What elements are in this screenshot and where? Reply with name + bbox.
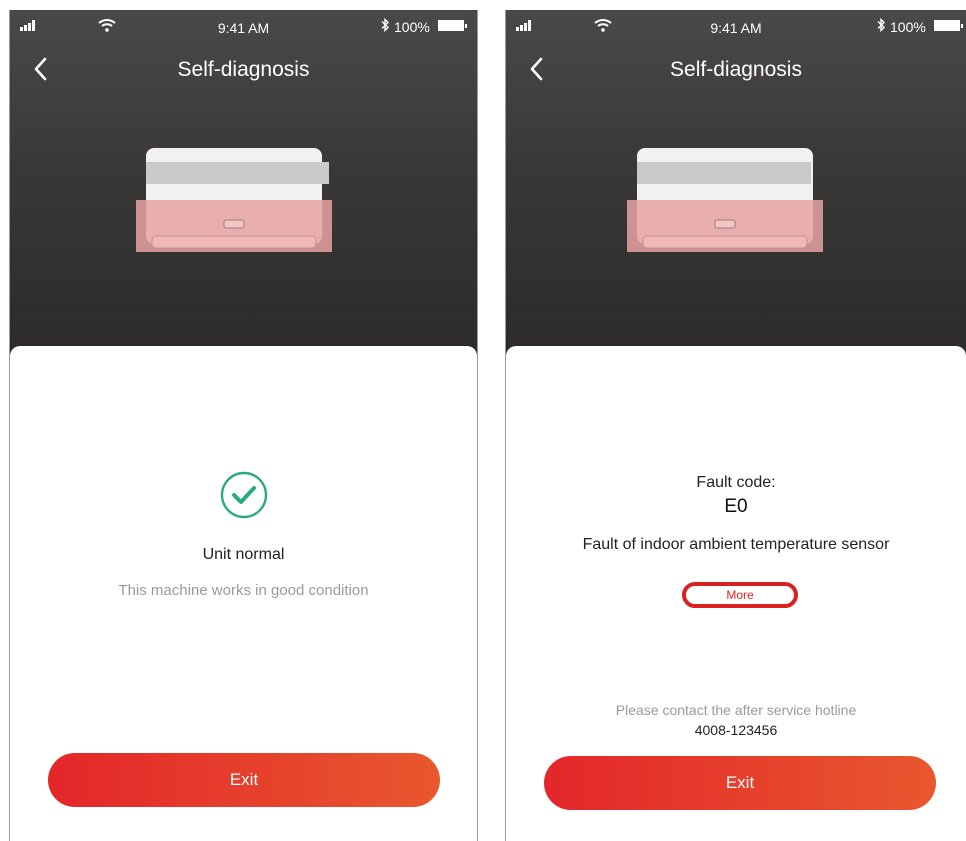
battery-percentage: 100%: [890, 19, 926, 35]
page-title: Self-diagnosis: [670, 58, 802, 81]
bluetooth-icon: [877, 18, 885, 32]
hero-background: 9:41 AM 100% Self-diagnosis: [506, 10, 966, 366]
air-conditioner-illustration: [627, 148, 823, 252]
battery-icon: [934, 20, 963, 31]
hotline-label: Please contact the after service hotline: [615, 702, 857, 718]
fault-card: Fault code: E0 Fault of indoor ambient t…: [506, 346, 966, 841]
result-card: Unit normal This machine works in good c…: [10, 346, 477, 841]
hotline-number[interactable]: 4008-123456: [506, 722, 966, 738]
phone-screen-normal: 9:41 AM 100% Self-diagnosis Unit normal …: [9, 10, 478, 841]
result-title: Unit normal: [202, 546, 285, 563]
more-button[interactable]: More: [682, 582, 798, 608]
status-bar: 9:41 AM 100%: [10, 10, 477, 48]
hero-background: 9:41 AM 100% Self-diagnosis: [10, 10, 477, 366]
fault-code-label: Fault code:: [696, 474, 776, 491]
checkmark-circle-icon: [220, 471, 268, 519]
air-conditioner-illustration: [136, 148, 332, 252]
battery-icon: [438, 20, 467, 31]
exit-button[interactable]: Exit: [544, 756, 936, 810]
bluetooth-icon: [381, 18, 389, 32]
status-bar: 9:41 AM 100%: [506, 10, 966, 48]
battery-percentage: 100%: [394, 19, 430, 35]
phone-screen-fault: 9:41 AM 100% Self-diagnosis Fault code: …: [505, 10, 966, 841]
page-title: Self-diagnosis: [177, 58, 310, 81]
fault-code-value: E0: [724, 496, 748, 517]
exit-button[interactable]: Exit: [48, 753, 440, 807]
result-subtitle: This machine works in good condition: [118, 582, 369, 599]
fault-description: Fault of indoor ambient temperature sens…: [582, 536, 890, 553]
